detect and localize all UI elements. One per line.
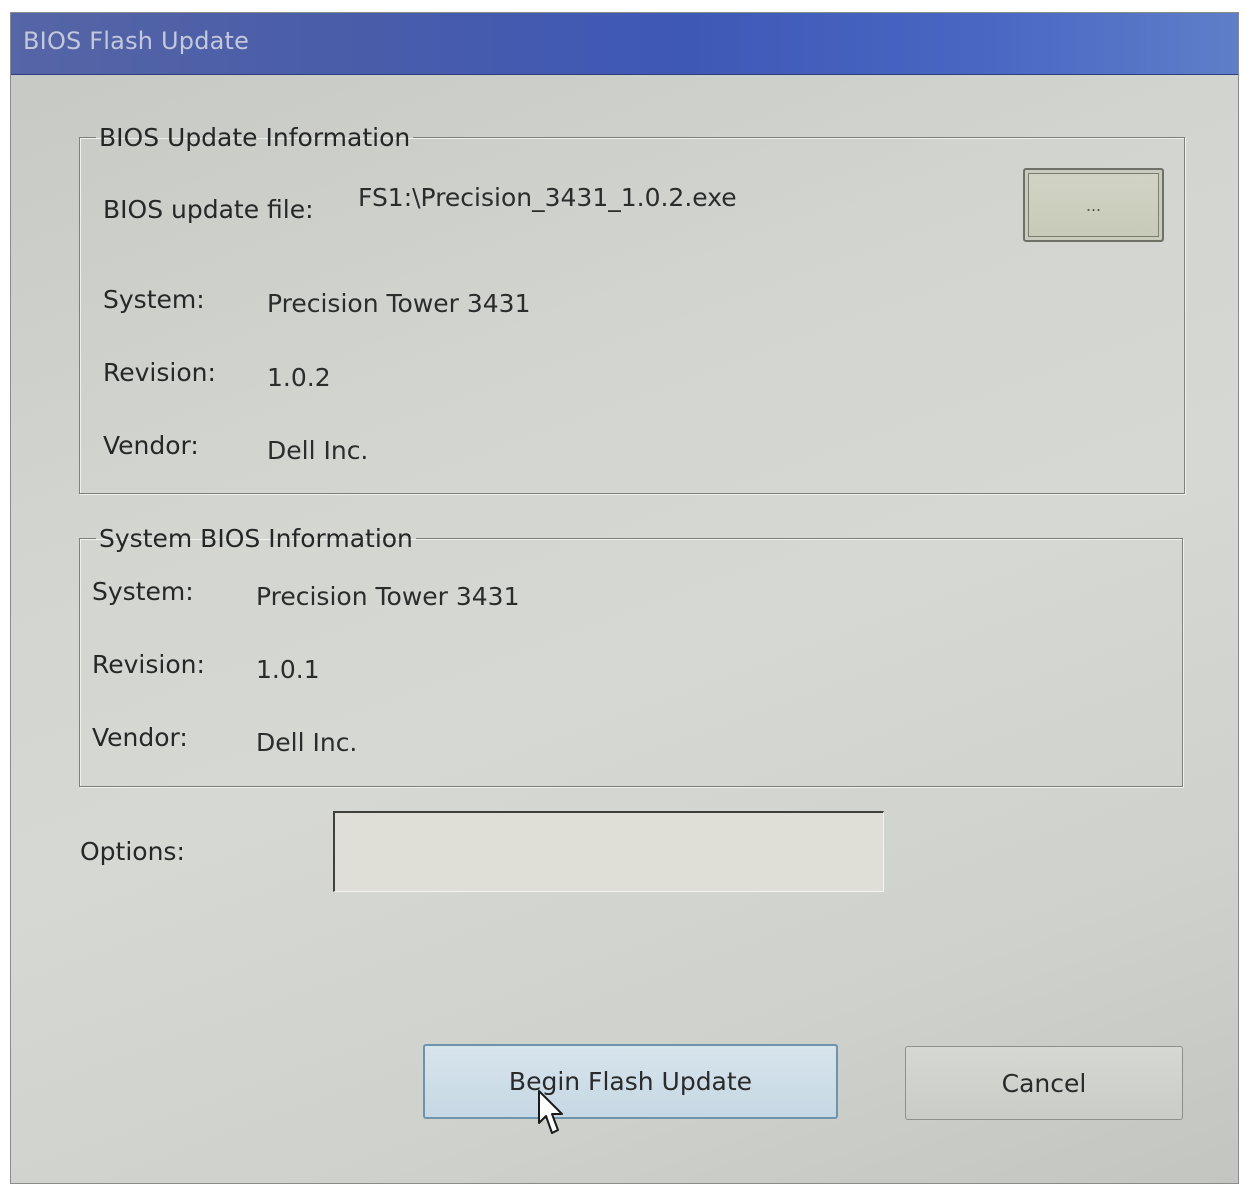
bios-update-file-value: FS1:\Precision_3431_1.0.2.exe [358, 183, 737, 212]
update-revision-value: 1.0.2 [267, 363, 331, 392]
bios-update-information-legend: BIOS Update Information [99, 123, 411, 152]
cancel-button[interactable]: Cancel [905, 1046, 1183, 1120]
update-system-value: Precision Tower 3431 [267, 289, 531, 318]
bios-update-information-group: BIOS Update Information [79, 123, 1185, 494]
update-vendor-label: Vendor: [103, 431, 199, 460]
current-vendor-value: Dell Inc. [256, 728, 358, 757]
current-revision-value: 1.0.1 [256, 655, 320, 684]
current-revision-label: Revision: [92, 650, 205, 679]
options-input[interactable] [333, 811, 884, 892]
current-system-value: Precision Tower 3431 [256, 582, 520, 611]
options-label: Options: [80, 837, 185, 866]
window-title: BIOS Flash Update [23, 27, 250, 55]
update-revision-label: Revision: [103, 358, 216, 387]
bios-update-file-label: BIOS update file: [103, 195, 314, 224]
system-bios-information-legend: System BIOS Information [99, 524, 413, 553]
update-system-label: System: [103, 285, 205, 314]
bios-flash-update-window: BIOS Flash Update BIOS Update Informatio… [10, 12, 1239, 1184]
browse-file-button[interactable]: ... [1023, 168, 1164, 242]
mouse-pointer-icon [538, 1090, 563, 1134]
current-vendor-label: Vendor: [92, 723, 188, 752]
begin-flash-update-button[interactable]: Begin Flash Update [423, 1044, 838, 1119]
system-bios-information-group: System BIOS Information [79, 524, 1183, 787]
title-bar: BIOS Flash Update [11, 13, 1238, 75]
update-vendor-value: Dell Inc. [267, 436, 369, 465]
current-system-label: System: [92, 577, 194, 606]
